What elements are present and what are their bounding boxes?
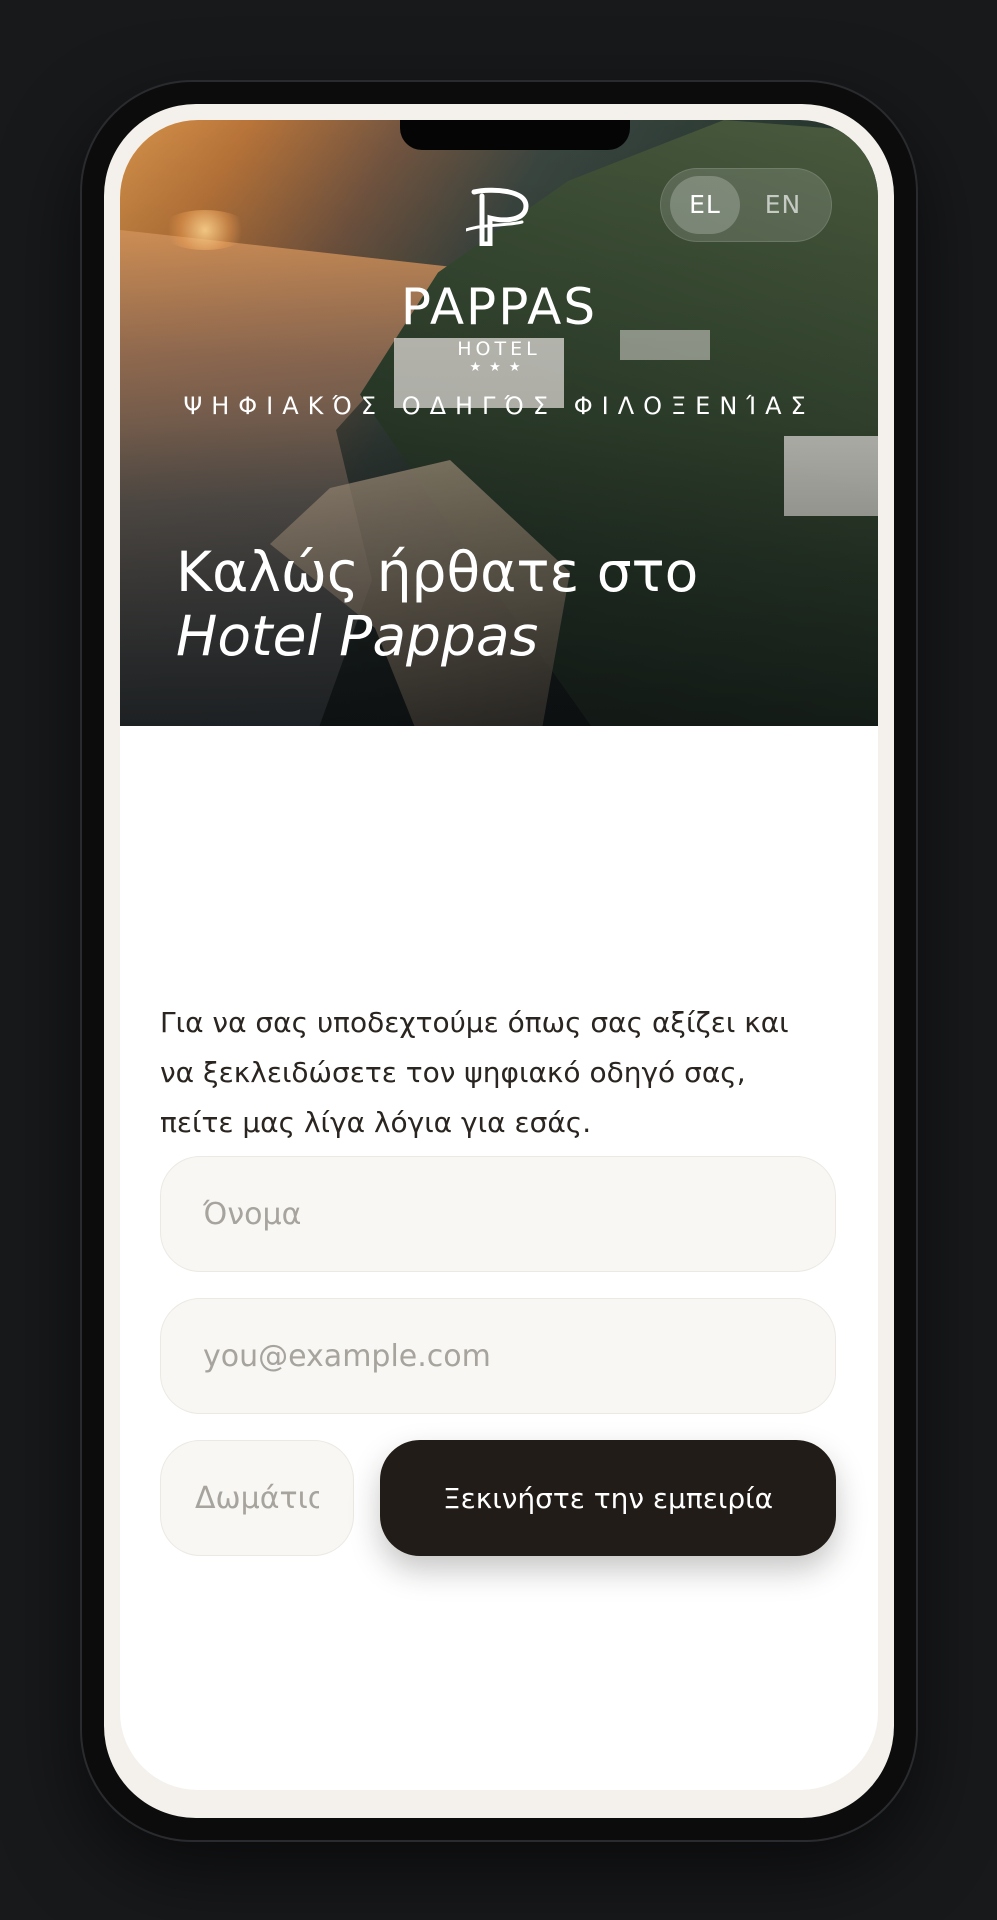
language-toggle: EL EN: [660, 168, 832, 242]
email-input[interactable]: [160, 1298, 836, 1414]
hotel-logo-wordmark: PAPPAS: [400, 278, 598, 336]
intro-text: Για να σας υποδεχτούμε όπως σας αξίζει κ…: [160, 1006, 789, 1139]
hotel-logo-subtitle: HOTEL: [457, 338, 541, 360]
hotel-star-rating: ★★★: [469, 360, 529, 375]
app-screen: PAPPAS HOTEL ★★★ ΨΗΦΙΑΚΌΣ ΟΔΗΓΌΣ ΦΙΛΟΞΕΝ…: [120, 120, 878, 1790]
welcome-hotel-name: Hotel Pappas: [176, 604, 539, 668]
phone-frame: PAPPAS HOTEL ★★★ ΨΗΦΙΑΚΌΣ ΟΔΗΓΌΣ ΦΙΛΟΞΕΝ…: [82, 82, 916, 1840]
room-input[interactable]: [160, 1440, 354, 1556]
name-input[interactable]: [160, 1156, 836, 1272]
language-option-el[interactable]: EL: [670, 176, 740, 234]
phone-bezel: PAPPAS HOTEL ★★★ ΨΗΦΙΑΚΌΣ ΟΔΗΓΌΣ ΦΙΛΟΞΕΝ…: [104, 104, 894, 1818]
hotel-logo-icon: [466, 187, 529, 246]
start-experience-button[interactable]: Ξεκινήστε την εμπειρία: [380, 1440, 836, 1556]
hero-banner: PAPPAS HOTEL ★★★ ΨΗΦΙΑΚΌΣ ΟΔΗΓΌΣ ΦΙΛΟΞΕΝ…: [120, 120, 878, 726]
phone-notch: [400, 120, 630, 150]
language-option-en[interactable]: EN: [748, 176, 818, 234]
welcome-heading: Καλώς ήρθατε στο: [176, 540, 699, 604]
hero-tagline: ΨΗΦΙΑΚΌΣ ΟΔΗΓΌΣ ΦΙΛΟΞΕΝΊΑΣ: [183, 392, 815, 420]
